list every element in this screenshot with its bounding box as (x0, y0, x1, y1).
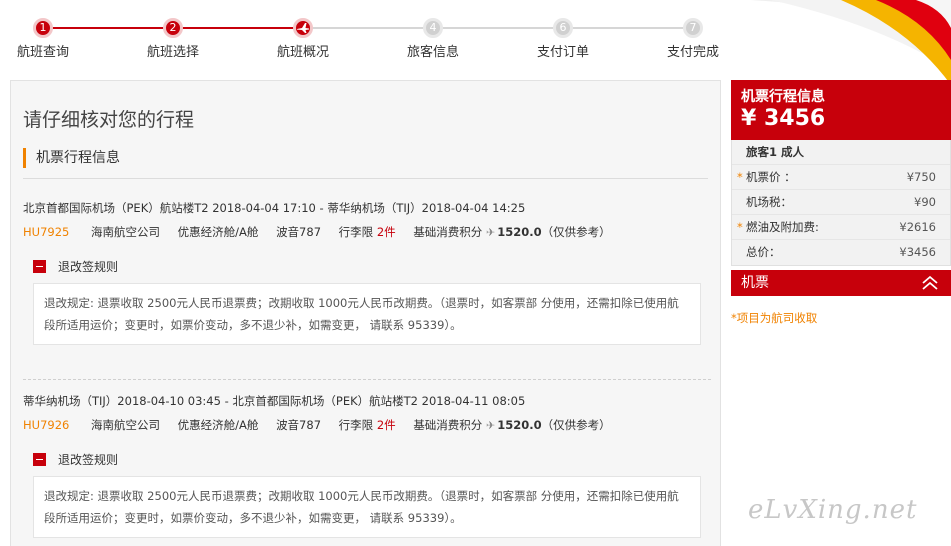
step-number: 7 (683, 18, 703, 38)
rule-title: 退改签规则 (58, 453, 119, 467)
points-icon: ✈ (485, 419, 496, 432)
section-title: 机票行程信息 (23, 148, 120, 168)
flight-number: HU7926 (23, 418, 70, 432)
collapse-icon[interactable] (33, 453, 46, 466)
aircraft: 波音787 (276, 225, 322, 239)
header-decoration (711, 0, 951, 90)
step-label: 航班查询 (16, 45, 69, 60)
price-breakdown: 旅客1 成人 * 机票价 ： ¥750 机场税： ¥90 * 燃油及附加费: ¥2616 … (731, 140, 951, 266)
step-label: 支付订单 (536, 45, 589, 60)
price-title: 机票行程信息 (741, 89, 825, 105)
airline: 海南航空公司 (91, 418, 160, 432)
baggage: 行李限 2件 (339, 223, 396, 241)
airline: 海南航空公司 (91, 225, 160, 239)
segment-info: HU7926 海南航空公司 优惠经济舱/A舱 波音787 行李限 2件 基础消费… (23, 416, 711, 434)
rule-toggle[interactable]: 退改签规则 (33, 452, 711, 468)
flight-segment-outbound: 北京首都国际机场（PEK）航站楼T2 2018-04-04 17:10 - 蒂华… (23, 199, 711, 345)
total-price: ¥ 3456 (741, 106, 826, 131)
price-label: 机场税： (746, 195, 792, 209)
cabin-class: 优惠经济舱/A舱 (177, 225, 259, 239)
baggage-value: 2件 (376, 225, 396, 239)
chevron-up-icon[interactable] (921, 274, 939, 300)
ticket-tab-label: 机票 (741, 275, 769, 291)
price-row: * 机票价 ： ¥750 (732, 165, 950, 190)
segment-divider (23, 379, 711, 380)
step-label: 航班概况 (276, 45, 329, 60)
price-label: 总价： (746, 245, 781, 259)
required-mark: * (737, 220, 743, 234)
airline-fee-note: *项目为航司收取 (731, 311, 818, 325)
baggage-value: 2件 (376, 418, 396, 432)
price-value: ¥90 (914, 195, 936, 209)
segment-route: 北京首都国际机场（PEK）航站楼T2 2018-04-04 17:10 - 蒂华… (23, 201, 526, 215)
rule-title: 退改签规则 (58, 260, 119, 274)
price-label: 机票价 ： (746, 170, 796, 184)
points-label: 基础消费积分 (413, 418, 483, 432)
rule-toggle[interactable]: 退改签规则 (33, 259, 711, 275)
points-note: （仅供参考） (541, 418, 611, 432)
step-number: 1 (33, 18, 53, 38)
price-summary: 机票行程信息 ¥ 3456 旅客1 成人 * 机票价 ： ¥750 机场税： ¥90 … (731, 80, 951, 326)
price-row: * 燃油及附加费: ¥2616 (732, 215, 950, 240)
points-note: （仅供参考） (541, 225, 611, 239)
baggage-label: 行李限 (338, 418, 374, 432)
step-label: 航班选择 (146, 45, 199, 60)
price-value: ¥2616 (899, 220, 936, 234)
flight-segment-return: 蒂华纳机场（TIJ）2018-04-10 03:45 - 北京首都国际机场（PE… (23, 392, 711, 538)
rule-text: 退改规定: 退票收取 2500元人民币退票费；改期收取 1000元人民币改期费。… (33, 476, 701, 538)
price-row: 机场税： ¥90 (732, 190, 950, 215)
points-value: 1520.0 (497, 418, 542, 432)
points: 基础消费积分 ✈ 1520.0（仅供参考） (413, 416, 610, 435)
step-number: 2 (163, 18, 183, 38)
step-number: 6 (553, 18, 573, 38)
flight-number: HU7925 (23, 225, 70, 239)
points: 基础消费积分 ✈ 1520.0（仅供参考） (413, 223, 610, 242)
baggage: 行李限 2件 (339, 416, 396, 434)
cabin-class: 优惠经济舱/A舱 (177, 418, 259, 432)
price-value: ¥3456 (899, 245, 936, 259)
step-number: 4 (423, 18, 443, 38)
aircraft: 波音787 (276, 418, 322, 432)
rule-text: 退改规定: 退票收取 2500元人民币退票费；改期收取 1000元人民币改期费。… (33, 283, 701, 345)
points-icon: ✈ (485, 226, 496, 239)
price-row: 总价： ¥3456 (732, 240, 950, 265)
ticket-tab[interactable]: 机票 (731, 270, 951, 296)
step-label: 旅客信息 (406, 45, 459, 60)
passenger-type: 旅客1 成人 (732, 140, 950, 165)
divider (23, 178, 708, 179)
plane-icon (293, 18, 313, 38)
price-value: ¥750 (906, 170, 936, 184)
points-label: 基础消费积分 (413, 225, 483, 239)
price-header: 机票行程信息 ¥ 3456 (731, 80, 951, 140)
segment-route: 蒂华纳机场（TIJ）2018-04-10 03:45 - 北京首都国际机场（PE… (23, 394, 526, 408)
baggage-label: 行李限 (338, 225, 374, 239)
segment-info: HU7925 海南航空公司 优惠经济舱/A舱 波音787 行李限 2件 基础消费… (23, 223, 711, 241)
watermark: eLvXing.net (748, 495, 918, 525)
points-value: 1520.0 (497, 225, 542, 239)
price-label: 燃油及附加费: (746, 220, 819, 234)
itinerary-panel: 请仔细核对您的行程 机票行程信息 北京首都国际机场（PEK）航站楼T2 2018… (10, 80, 721, 546)
required-mark: * (737, 170, 743, 184)
page-title: 请仔细核对您的行程 (23, 109, 195, 131)
step-connector (303, 27, 693, 29)
collapse-icon[interactable] (33, 260, 46, 273)
